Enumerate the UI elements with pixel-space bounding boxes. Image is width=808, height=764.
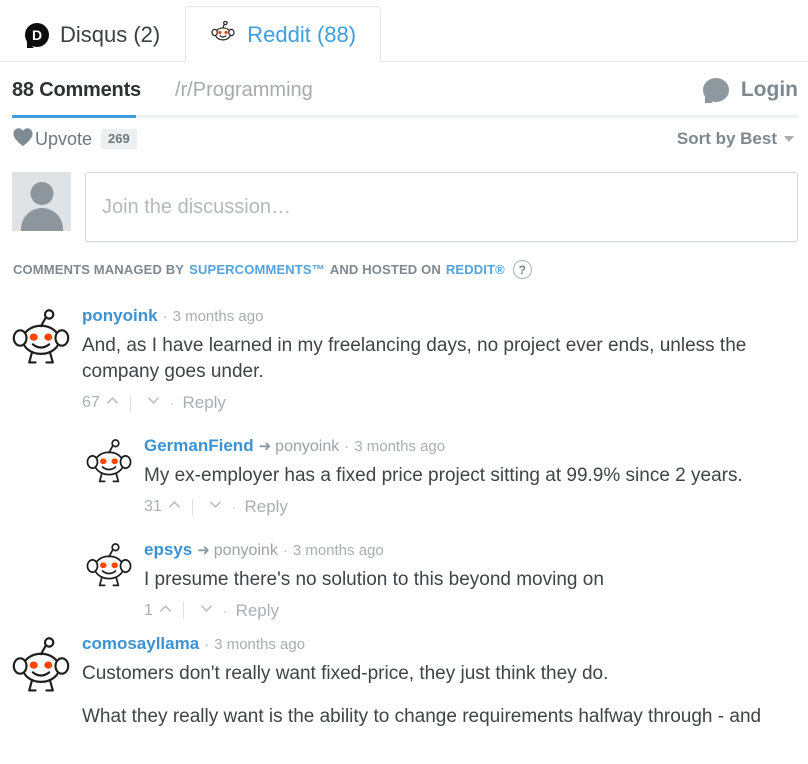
- comment-author[interactable]: ponyoink: [82, 306, 158, 326]
- action-separator: ·: [169, 395, 175, 412]
- tab-reddit[interactable]: Reddit (88): [185, 6, 382, 63]
- reply-arrow-icon: ➜: [197, 542, 210, 560]
- vote-sort-bar: Upvote 269 Sort by Best: [0, 118, 808, 160]
- upvote-chevron-icon[interactable]: [153, 602, 172, 620]
- comment-timestamp: 3 months ago: [354, 438, 446, 456]
- sort-dropdown[interactable]: Sort by Best: [677, 129, 794, 149]
- active-tab-underline: [12, 115, 136, 118]
- comment-author[interactable]: epsys: [144, 540, 192, 560]
- action-divider: [182, 602, 184, 620]
- heart-icon: [12, 127, 34, 152]
- downvote-chevron-icon[interactable]: [203, 498, 222, 516]
- reply-button[interactable]: Reply: [182, 393, 225, 413]
- managed-by-notice: COMMENTS MANAGED BY SUPERCOMMENTS™ AND H…: [0, 242, 808, 279]
- comment-input[interactable]: [85, 172, 798, 242]
- meta-separator: ·: [204, 635, 210, 653]
- comment-meta: comosayllama · 3 months ago: [82, 634, 798, 654]
- comment-item: GermanFiend ➜ ponyoink · 3 months ago My ex-e…: [86, 436, 798, 517]
- upvote-chevron-icon[interactable]: [100, 394, 119, 412]
- comment-score: 1: [144, 601, 153, 619]
- sort-label: Sort by Best: [676, 129, 777, 148]
- reply-arrow-icon: ➜: [258, 438, 272, 456]
- comment-timestamp: 3 months ago: [214, 635, 306, 653]
- comment-text: And, as I have learned in my freelancing…: [82, 334, 747, 382]
- meta-separator: ·: [344, 438, 350, 456]
- comment-item: ponyoink · 3 months ago And, as I have lear…: [12, 306, 798, 413]
- comment-text: My ex-employer has a fixed price project…: [144, 464, 743, 486]
- comment-timestamp: 3 months ago: [172, 308, 264, 325]
- action-divider: [191, 498, 193, 516]
- comment-actions: 67 · Reply: [82, 393, 798, 413]
- default-user-avatar: [12, 172, 71, 231]
- comment-meta: epsys ➜ ponyoink · 3 months ago: [144, 540, 798, 560]
- tab-reddit-label: Reddit (88): [247, 21, 357, 47]
- comment-actions: 31 · Reply: [144, 497, 798, 517]
- caret-down-icon: [784, 136, 794, 142]
- reddit-snoo-avatar: [86, 437, 132, 517]
- action-separator: ·: [222, 602, 228, 619]
- tab-disqus[interactable]: D Disqus (2): [0, 6, 185, 62]
- managed-by-prefix: COMMENTS MANAGED BY: [13, 262, 185, 277]
- comment-body: GermanFiend ➜ ponyoink · 3 months ago My ex-e…: [144, 436, 798, 517]
- help-icon[interactable]: ?: [512, 260, 532, 279]
- comment-author[interactable]: GermanFiend: [144, 436, 254, 456]
- comment-body: epsys ➜ ponyoink · 3 months ago I presume the…: [144, 540, 798, 621]
- action-divider: [129, 394, 131, 412]
- downvote-chevron-icon[interactable]: [194, 602, 213, 620]
- comment-composer: [0, 160, 808, 242]
- comment-meta: ponyoink · 3 months ago: [82, 306, 798, 326]
- meta-separator: ·: [282, 542, 288, 560]
- upvote-chevron-icon[interactable]: [162, 498, 181, 516]
- comments-header: 88 Comments /r/Programming Login: [0, 62, 808, 118]
- reddit-host-link[interactable]: REDDIT®: [446, 262, 505, 277]
- upvote-count: 269: [101, 129, 137, 149]
- meta-separator: ·: [162, 308, 168, 325]
- comment-parent-author[interactable]: ponyoink: [214, 542, 278, 560]
- action-separator: ·: [231, 499, 237, 516]
- comment-text: What they really want is the ability to …: [82, 705, 762, 727]
- reddit-snoo-avatar: [12, 307, 70, 413]
- comment-score: 67: [82, 394, 100, 412]
- tab-disqus-label: Disqus (2): [60, 21, 161, 47]
- comment-text: I presume there's no solution to this be…: [144, 568, 604, 590]
- source-tabstrip: D Disqus (2) Reddit (88): [0, 0, 808, 63]
- login-label: Login: [740, 78, 798, 101]
- upvote-label: Upvote: [35, 128, 93, 149]
- downvote-chevron-icon[interactable]: [141, 394, 160, 412]
- comment-body: comosayllama · 3 months ago Customers don't…: [82, 634, 798, 730]
- disqus-icon: D: [25, 22, 49, 48]
- login-button[interactable]: Login: [702, 78, 798, 103]
- comment-item: epsys ➜ ponyoink · 3 months ago I presume the…: [86, 540, 798, 621]
- comment-list: ponyoink · 3 months ago And, as I have lear…: [0, 279, 808, 730]
- speech-bubble-icon: [702, 78, 729, 103]
- comment-parent-author[interactable]: ponyoink: [275, 438, 339, 456]
- reply-button[interactable]: Reply: [236, 601, 279, 621]
- comment-actions: 1 · Reply: [144, 601, 798, 621]
- upvote-button[interactable]: Upvote 269: [12, 127, 137, 152]
- comment-meta: GermanFiend ➜ ponyoink · 3 months ago: [144, 436, 798, 456]
- comment-score: 31: [144, 498, 162, 516]
- reddit-snoo-icon: [210, 20, 236, 49]
- reply-button[interactable]: Reply: [244, 497, 287, 517]
- reddit-snoo-avatar: [86, 541, 132, 621]
- subreddit-link[interactable]: /r/Programming: [175, 79, 313, 102]
- managed-by-middle: AND HOSTED ON: [329, 262, 441, 277]
- comment-text: Customers don't really want fixed-price,…: [82, 662, 609, 684]
- comment-body: ponyoink · 3 months ago And, as I have lear…: [82, 306, 798, 413]
- comment-item: comosayllama · 3 months ago Customers don't…: [12, 634, 798, 730]
- reddit-snoo-avatar: [12, 635, 70, 730]
- comment-author[interactable]: comosayllama: [82, 634, 199, 654]
- supercomments-link[interactable]: SUPERCOMMENTS™: [189, 262, 325, 277]
- comment-timestamp: 3 months ago: [292, 542, 384, 560]
- page-title: 88 Comments: [12, 78, 141, 101]
